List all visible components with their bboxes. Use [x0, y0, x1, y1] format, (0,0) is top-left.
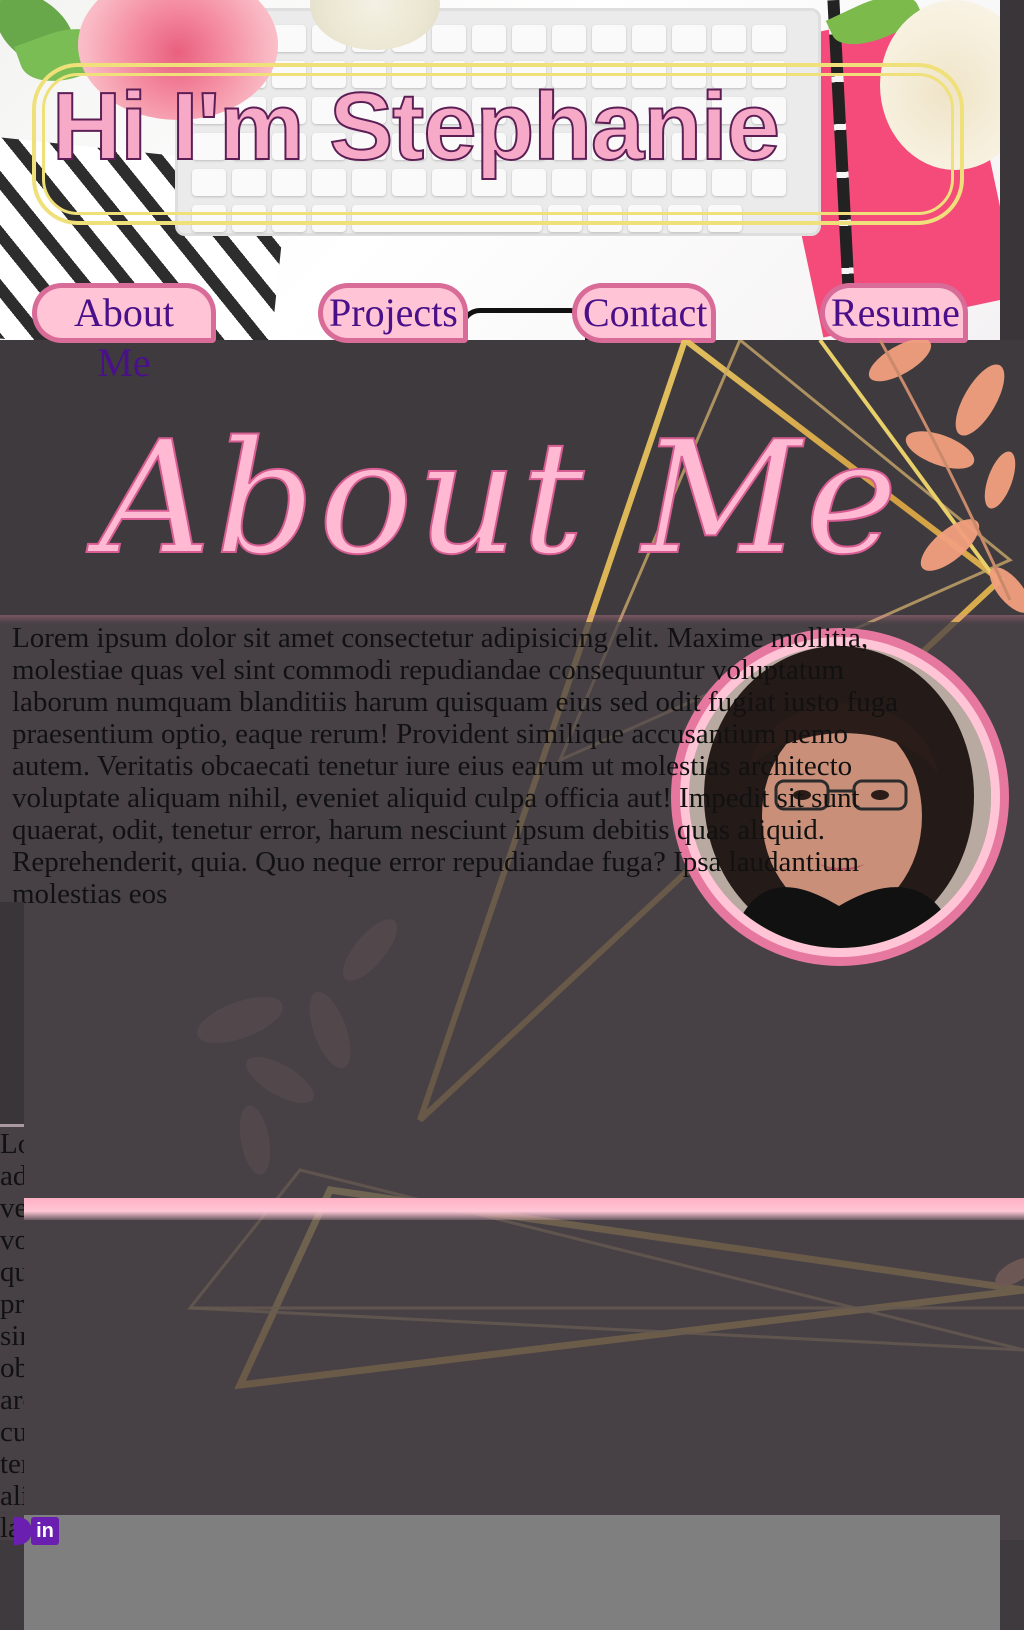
nav-resume-button[interactable]: Resume	[820, 283, 968, 343]
overflow-side-box	[0, 902, 24, 1127]
about-me-heading: About Me	[97, 406, 902, 590]
overflow-clipped-text: Lo adi vel vol qui pra sin obc arc cul t…	[0, 1128, 24, 1544]
about-section: About Me Lorem ipsum dolor sit amet cons…	[0, 340, 1024, 1630]
header-side-strip	[1000, 0, 1024, 340]
nav-projects-button[interactable]: Projects	[318, 283, 468, 343]
footer-panel	[24, 1515, 1000, 1630]
linkedin-icon[interactable]: in	[31, 1517, 59, 1545]
nav-contact-button[interactable]: Contact	[572, 283, 716, 343]
nav-about-me-button[interactable]: About Me	[32, 283, 216, 385]
about-body-text: Lorem ipsum dolor sit amet consectetur a…	[12, 622, 898, 910]
site-title: Hi I'm Stephanie	[51, 72, 781, 181]
pink-divider-bar	[24, 1198, 1024, 1220]
glasses-decoration	[460, 308, 590, 340]
